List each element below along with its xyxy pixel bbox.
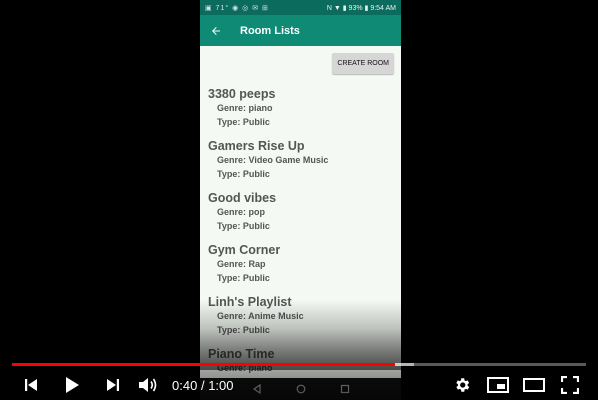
progress-bar[interactable] xyxy=(12,363,586,366)
duration: 1:00 xyxy=(208,377,234,393)
phone-screen: ▣ 71° ◉ ◎ ✉ ⊞ N ▼ ▮ 93% ▮ 9:54 AM Room L… xyxy=(200,0,401,400)
room-type: Type: Public xyxy=(217,116,270,127)
room-name: Good vibes xyxy=(208,191,277,205)
status-notification-icons: ▣ 71° ◉ ◎ ✉ ⊞ xyxy=(205,4,269,12)
room-name: Piano Time xyxy=(208,347,275,361)
volume-icon[interactable] xyxy=(136,372,160,398)
room-name: 3380 peeps xyxy=(208,87,276,101)
theater-mode-icon[interactable] xyxy=(522,372,546,398)
room-genre: Genre: Rap xyxy=(217,259,266,269)
room-list: 3380 peeps Genre: piano Type: Public Gamers… xyxy=(208,86,393,398)
room-name: Linh's Playlist xyxy=(208,295,292,309)
room-genre: Genre: pop xyxy=(217,207,266,217)
gear-icon[interactable] xyxy=(451,372,473,398)
fullscreen-icon[interactable] xyxy=(558,372,582,398)
create-room-button[interactable]: CREATE ROOM xyxy=(332,53,394,74)
room-genre: Genre: piano xyxy=(217,103,273,113)
time-display: 0:40 / 1:00 xyxy=(172,372,234,398)
room-name: Gym Corner xyxy=(208,243,281,257)
skip-previous-icon[interactable] xyxy=(20,372,42,398)
status-right-info: N ▼ ▮ 93% ▮ 9:54 AM xyxy=(326,4,396,12)
play-icon[interactable] xyxy=(60,372,84,398)
page-title: Room Lists xyxy=(240,24,300,37)
player-controls: 0:40 / 1:00 xyxy=(0,372,598,398)
room-type: Type: Public xyxy=(217,168,270,179)
back-arrow-icon[interactable] xyxy=(210,25,222,37)
skip-next-icon[interactable] xyxy=(102,372,124,398)
room-list-item[interactable]: 3380 peeps Genre: piano Type: Public xyxy=(208,86,393,138)
miniplayer-icon[interactable] xyxy=(486,372,510,398)
room-list-item[interactable]: Good vibes Genre: pop Type: Public xyxy=(208,190,393,242)
room-genre: Genre: Video Game Music xyxy=(217,155,329,165)
current-time: 0:40 xyxy=(172,377,198,393)
room-list-item[interactable]: Gym Corner Genre: Rap Type: Public xyxy=(208,242,393,294)
room-type: Type: Public xyxy=(217,324,270,335)
room-genre: Genre: Anime Music xyxy=(217,311,304,321)
progress-played xyxy=(12,363,395,366)
room-list-item[interactable]: Linh's Playlist Genre: Anime Music Type: P… xyxy=(208,294,393,346)
app-bar: Room Lists xyxy=(200,15,401,46)
android-status-bar: ▣ 71° ◉ ◎ ✉ ⊞ N ▼ ▮ 93% ▮ 9:54 AM xyxy=(200,0,401,15)
room-name: Gamers Rise Up xyxy=(208,139,305,153)
room-list-item[interactable]: Gamers Rise Up Genre: Video Game Music Typ… xyxy=(208,138,393,190)
room-type: Type: Public xyxy=(217,272,270,283)
room-type: Type: Public xyxy=(217,220,270,231)
